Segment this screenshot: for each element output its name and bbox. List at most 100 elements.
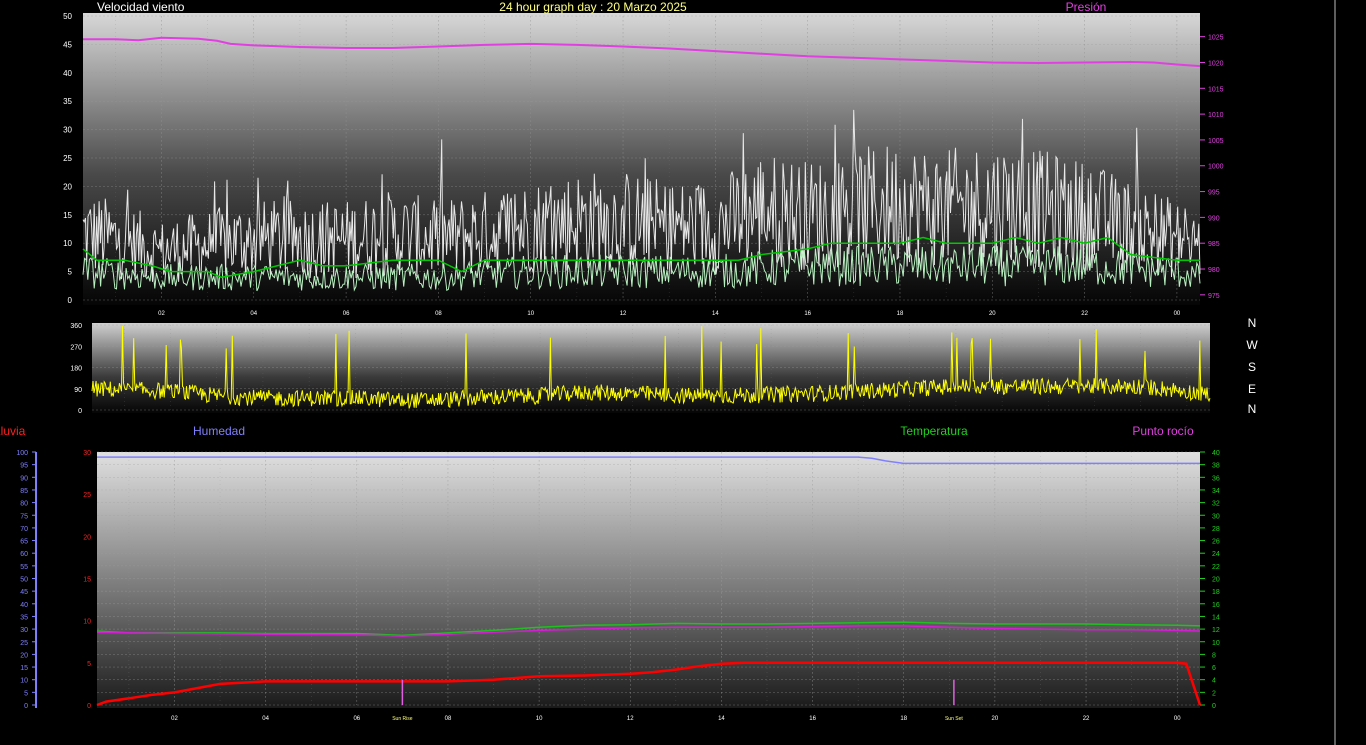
sunset-label: Sun Set xyxy=(945,716,963,722)
wind-speed-title: Velocidad viento xyxy=(97,0,185,14)
temp-x-tick-label: 00 xyxy=(1174,716,1181,722)
pressure-title: Presión xyxy=(1066,0,1107,14)
wind-x-tick-label: 20 xyxy=(989,311,996,317)
wind-speed-tick-label: 35 xyxy=(63,97,72,106)
wind-x-tick-label: 00 xyxy=(1174,311,1181,317)
wind-speed-tick-label: 15 xyxy=(63,211,72,220)
wind-x-tick-label: 10 xyxy=(527,311,534,317)
wind-x-tick-label: 16 xyxy=(804,311,811,317)
wind-speed-tick-label: 0 xyxy=(68,296,73,305)
compass-label-east: E xyxy=(1248,382,1256,396)
compass-label-west: W xyxy=(1246,338,1258,352)
temperature-tick-label: 8 xyxy=(1212,652,1216,659)
compass-label-north-end: N xyxy=(1248,402,1257,416)
wind-x-tick-label: 04 xyxy=(250,311,257,317)
wind-x-tick-label: 12 xyxy=(620,311,627,317)
wind-speed-tick-label: 10 xyxy=(63,239,72,248)
pressure-tick-label: 1010 xyxy=(1208,112,1224,119)
humidity-tick-label: 100 xyxy=(16,450,28,457)
rain-tick-label: 25 xyxy=(83,492,91,499)
temperature-tick-label: 12 xyxy=(1212,627,1220,634)
temperature-tick-label: 18 xyxy=(1212,589,1220,596)
humidity-tick-label: 70 xyxy=(20,526,28,533)
temp-x-tick-label: 16 xyxy=(809,716,816,722)
temp-x-tick-label: 18 xyxy=(900,716,907,722)
wind-x-tick-label: 18 xyxy=(897,311,904,317)
wind-x-tick-label: 02 xyxy=(158,311,165,317)
temp-x-tick-label: 14 xyxy=(718,716,725,722)
temp-x-tick-label: 02 xyxy=(171,716,178,722)
direction-tick-label: 0 xyxy=(78,408,82,415)
rain-tick-label: 5 xyxy=(87,661,91,668)
wind-direction-plot-area xyxy=(92,323,1210,413)
pressure-tick-label: 1005 xyxy=(1208,138,1224,145)
wind-speed-tick-label: 5 xyxy=(68,268,73,277)
rain-tick-label: 10 xyxy=(83,619,91,626)
temp-x-tick-label: 10 xyxy=(536,716,543,722)
pressure-tick-label: 980 xyxy=(1208,267,1220,274)
humidity-tick-label: 55 xyxy=(20,564,28,571)
compass-label-north: N xyxy=(1248,316,1257,330)
temp-x-tick-label: 04 xyxy=(262,716,269,722)
temperature-tick-label: 40 xyxy=(1212,450,1220,457)
temp-x-tick-label: 20 xyxy=(992,716,999,722)
pressure-tick-label: 990 xyxy=(1208,215,1220,222)
sunrise-label: Sun Rise xyxy=(392,716,413,722)
temperature-tick-label: 0 xyxy=(1212,703,1216,710)
graph-title: 24 hour graph day : 20 Marzo 2025 xyxy=(499,0,687,14)
wind-x-tick-label: 22 xyxy=(1081,311,1088,317)
temperature-tick-label: 26 xyxy=(1212,539,1220,546)
direction-tick-label: 360 xyxy=(70,323,82,330)
rain-tick-label: 15 xyxy=(83,577,91,584)
humidity-tick-label: 65 xyxy=(20,539,28,546)
wind-speed-tick-label: 20 xyxy=(63,182,72,191)
legend-humidity: Humedad xyxy=(193,424,245,438)
humidity-tick-label: 45 xyxy=(20,589,28,596)
pressure-tick-label: 1015 xyxy=(1208,86,1224,93)
rain-tick-label: 20 xyxy=(83,534,91,541)
pressure-tick-label: 1020 xyxy=(1208,60,1224,67)
temperature-tick-label: 20 xyxy=(1212,577,1220,584)
humidity-tick-label: 25 xyxy=(20,640,28,647)
temperature-tick-label: 4 xyxy=(1212,678,1216,685)
humidity-tick-label: 80 xyxy=(20,501,28,508)
humidity-tick-label: 10 xyxy=(20,678,28,685)
temp-x-tick-label: 08 xyxy=(445,716,452,722)
wind-pressure-plot-area xyxy=(83,13,1200,305)
temperature-tick-label: 16 xyxy=(1212,602,1220,609)
temperature-tick-label: 32 xyxy=(1212,501,1220,508)
temperature-tick-label: 24 xyxy=(1212,551,1220,558)
direction-tick-label: 270 xyxy=(70,344,82,351)
humidity-tick-label: 90 xyxy=(20,475,28,482)
pressure-tick-label: 975 xyxy=(1208,293,1220,300)
temp-x-tick-label: 12 xyxy=(627,716,634,722)
pressure-tick-label: 1000 xyxy=(1208,164,1224,171)
legend-rain: Lluvia xyxy=(0,424,26,438)
humidity-tick-label: 0 xyxy=(24,703,28,710)
temperature-tick-label: 30 xyxy=(1212,513,1220,520)
temperature-tick-label: 34 xyxy=(1212,488,1220,495)
wind-speed-tick-label: 25 xyxy=(63,154,72,163)
direction-tick-label: 90 xyxy=(74,387,82,394)
direction-tick-label: 180 xyxy=(70,366,82,373)
pressure-tick-label: 995 xyxy=(1208,190,1220,197)
humidity-tick-label: 5 xyxy=(24,690,28,697)
rain-tick-label: 30 xyxy=(83,450,91,457)
temperature-tick-label: 14 xyxy=(1212,614,1220,621)
humidity-tick-label: 85 xyxy=(20,488,28,495)
humidity-tick-label: 95 xyxy=(20,463,28,470)
humidity-tick-label: 15 xyxy=(20,665,28,672)
pressure-tick-label: 1025 xyxy=(1208,35,1224,42)
temperature-tick-label: 10 xyxy=(1212,640,1220,647)
wind-x-tick-label: 14 xyxy=(712,311,719,317)
humidity-tick-label: 50 xyxy=(20,577,28,584)
temperature-tick-label: 2 xyxy=(1212,690,1216,697)
humidity-tick-label: 75 xyxy=(20,513,28,520)
temp-humidity-plot-area xyxy=(97,452,1200,708)
rain-tick-label: 0 xyxy=(87,703,91,710)
weather-graph-canvas: 0510152025303540455097598098599099510001… xyxy=(0,0,1336,745)
temperature-tick-label: 28 xyxy=(1212,526,1220,533)
humidity-tick-label: 60 xyxy=(20,551,28,558)
humidity-tick-label: 30 xyxy=(20,627,28,634)
compass-label-south: S xyxy=(1248,360,1256,374)
